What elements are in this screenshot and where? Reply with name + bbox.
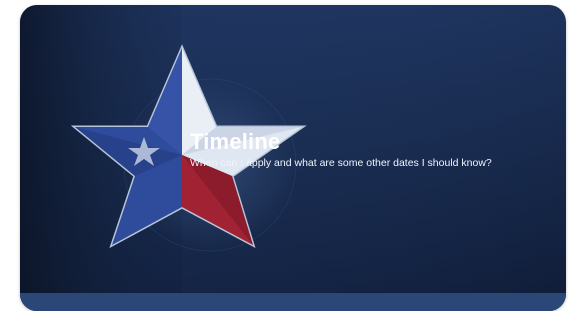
card-text: Timeline When can I apply and what are s… (190, 129, 510, 170)
card-title: Timeline (190, 129, 281, 154)
timeline-card[interactable]: Timeline When can I apply and what are s… (20, 5, 566, 311)
bottom-strip (20, 293, 566, 311)
card-subtitle: When can I apply and what are some other… (190, 157, 492, 169)
